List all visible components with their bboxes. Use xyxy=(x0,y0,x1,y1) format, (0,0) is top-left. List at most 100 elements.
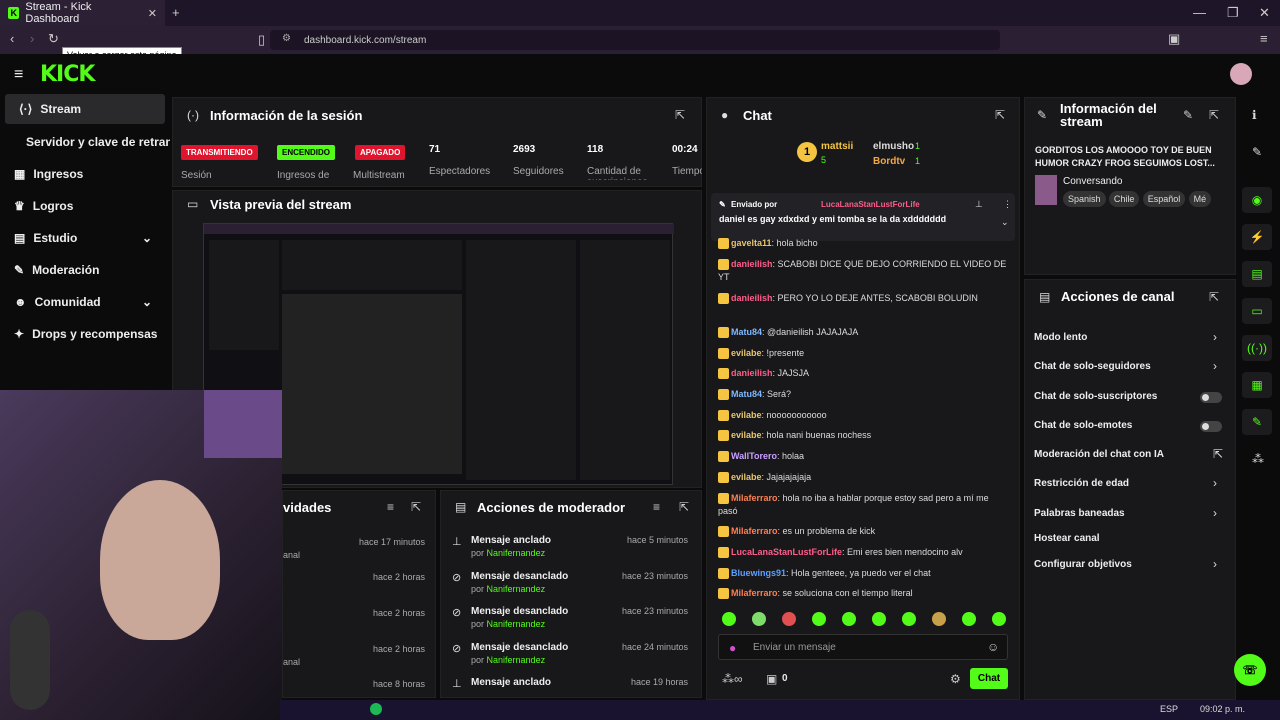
chat-message[interactable]: danieilish: SCABOBI DICE QUE DEJO CORRIE… xyxy=(718,258,1008,284)
help-chat-icon[interactable]: ☏ xyxy=(1234,654,1266,686)
avatar[interactable] xyxy=(1230,63,1252,85)
emote-icon[interactable] xyxy=(992,612,1006,626)
chat-username[interactable]: Milaferraro xyxy=(731,526,778,536)
chevron-down-icon[interactable]: ⌄ xyxy=(1001,217,1009,228)
toggle-switch[interactable] xyxy=(1200,421,1222,432)
chat-message[interactable]: WallTorero: holaa xyxy=(718,450,1008,463)
camera-icon[interactable]: ◉ xyxy=(1242,187,1272,213)
info-icon[interactable]: ℹ xyxy=(1252,108,1257,122)
chevron-right-icon[interactable]: › xyxy=(1213,359,1217,373)
channel-action-item[interactable]: Chat de solo-suscriptores xyxy=(1034,391,1157,402)
wrench-icon[interactable]: ✎ xyxy=(1242,409,1272,435)
external-link-icon[interactable]: ⇱ xyxy=(1213,447,1223,461)
back-icon[interactable]: ‹ xyxy=(10,31,14,46)
chat-username[interactable]: WallTorero xyxy=(731,451,777,461)
chat-message[interactable]: LucaLanaStanLustForLife: Emi eres bien m… xyxy=(718,546,1008,559)
channel-action-item[interactable]: Palabras baneadas xyxy=(1034,508,1125,519)
popout-icon[interactable]: ⇱ xyxy=(995,108,1005,122)
channel-action-item[interactable]: Restricción de edad xyxy=(1034,478,1129,489)
chat-message[interactable]: Matu84: Será? xyxy=(718,388,1008,401)
emote-icon[interactable] xyxy=(782,612,796,626)
chat-input[interactable]: ● Enviar un mensaje ☺ xyxy=(718,634,1008,660)
minimize-icon[interactable]: — xyxy=(1193,5,1206,20)
chat-message[interactable]: Milaferraro: es un problema de kick xyxy=(718,525,1008,538)
sidebar-item-ingresos[interactable]: ▦ Ingresos xyxy=(0,159,170,189)
emote-icon[interactable] xyxy=(872,612,886,626)
sidebar-item-estudio[interactable]: ▤ Estudio ⌄ xyxy=(0,223,170,253)
sidebar-item-moderacion[interactable]: ✎ Moderación xyxy=(0,255,170,285)
edit-icon[interactable]: ✎ xyxy=(1183,108,1193,122)
popout-icon[interactable]: ⇱ xyxy=(411,500,421,514)
chat-username[interactable]: Matu84 xyxy=(731,389,762,399)
chat-username[interactable]: gavelta11 xyxy=(731,238,772,248)
hamburger-menu-icon[interactable]: ≡ xyxy=(14,66,23,84)
chat-username[interactable]: evilabe xyxy=(731,472,762,482)
browser-tab[interactable]: K Stream - Kick Dashboard ✕ xyxy=(0,0,165,26)
channel-action-item[interactable]: Chat de solo-seguidores xyxy=(1034,361,1151,372)
emoji-icon[interactable]: ☺ xyxy=(987,640,999,654)
chevron-right-icon[interactable]: › xyxy=(1213,557,1217,571)
chat-message[interactable]: gavelta11: hola bicho xyxy=(718,237,1008,250)
filter-icon[interactable]: ≡ xyxy=(653,500,660,514)
channel-action-item[interactable]: Hostear canal xyxy=(1034,533,1100,544)
close-tab-icon[interactable]: ✕ xyxy=(148,7,157,20)
server-icon[interactable]: ▦ xyxy=(1242,372,1272,398)
menu-icon[interactable]: ≡ xyxy=(1260,31,1268,46)
microphone-icon[interactable]: ● xyxy=(729,641,736,655)
reload-icon[interactable]: ↻ xyxy=(48,31,59,47)
emote-icon[interactable] xyxy=(722,612,736,626)
chat-username[interactable]: danieilish xyxy=(731,259,773,269)
channel-action-item[interactable]: Moderación del chat con IA xyxy=(1034,449,1164,460)
forward-icon[interactable]: › xyxy=(30,31,34,46)
chevron-right-icon[interactable]: › xyxy=(1213,476,1217,490)
chat-message[interactable]: danieilish: JAJSJA xyxy=(718,367,1008,380)
chat-username[interactable]: evilabe xyxy=(731,348,762,358)
url-field[interactable]: ⚙ dashboard.kick.com/stream xyxy=(270,30,1000,50)
sidebar-item-server-key[interactable]: Servidor y clave de retransmisión xyxy=(0,127,170,157)
chevron-right-icon[interactable]: › xyxy=(1213,330,1217,344)
emote-icon[interactable] xyxy=(962,612,976,626)
chevron-right-icon[interactable]: › xyxy=(1213,506,1217,520)
popout-icon[interactable]: ⇱ xyxy=(675,108,685,122)
chat-message[interactable]: Bluewings91: Hola genteee, ya puedo ver … xyxy=(718,567,1008,580)
settings-icon[interactable]: ⚙ xyxy=(950,672,961,686)
notes-icon[interactable]: ▤ xyxy=(1242,261,1272,287)
users-icon[interactable]: ⁂∞ xyxy=(722,672,743,686)
sidebar-toggle-icon[interactable]: ▣ xyxy=(1168,31,1180,47)
bookmark-icon[interactable]: ▯ xyxy=(258,32,265,48)
chat-message[interactable]: evilabe: nooooooooooo xyxy=(718,409,1008,422)
channel-action-item[interactable]: Chat de solo-emotes xyxy=(1034,420,1132,431)
chat-username[interactable]: Milaferraro xyxy=(731,588,778,598)
spotify-icon[interactable] xyxy=(370,703,382,715)
message-icon[interactable]: ▭ xyxy=(1242,298,1272,324)
maximize-icon[interactable]: ❐ xyxy=(1227,5,1239,21)
filter-icon[interactable]: ≡ xyxy=(387,500,394,514)
lightning-icon[interactable]: ⚡ xyxy=(1242,224,1272,250)
popout-icon[interactable]: ⇱ xyxy=(1209,108,1219,122)
chat-message[interactable]: evilabe: Jajajajajaja xyxy=(718,471,1008,484)
chat-username[interactable]: evilabe xyxy=(731,430,762,440)
sidebar-item-stream[interactable]: ⟨·⟩ Stream xyxy=(5,94,165,124)
chat-username[interactable]: Bluewings91 xyxy=(731,568,786,578)
pencil-icon[interactable]: ✎ xyxy=(1252,145,1262,159)
close-window-icon[interactable]: ✕ xyxy=(1259,5,1270,21)
community-icon[interactable]: ⁂ xyxy=(1252,452,1264,466)
toggle-switch[interactable] xyxy=(1200,392,1222,403)
chat-message[interactable]: Milaferraro: hola no iba a hablar porque… xyxy=(718,492,1008,518)
emote-icon[interactable] xyxy=(902,612,916,626)
chat-username[interactable]: LucaLanaStanLustForLife xyxy=(731,547,842,557)
sidebar-item-drops[interactable]: ✦ Drops y recompensas xyxy=(0,319,170,349)
channel-action-item[interactable]: Modo lento xyxy=(1034,332,1087,343)
language-indicator[interactable]: ESP xyxy=(1160,704,1178,714)
chat-message[interactable]: evilabe: hola nani buenas nochess xyxy=(718,429,1008,442)
broadcast-icon[interactable]: ((·)) xyxy=(1242,335,1272,361)
chat-message[interactable]: Milaferraro: se soluciona con el tiempo … xyxy=(718,587,1008,600)
popout-icon[interactable]: ⇱ xyxy=(1209,290,1219,304)
chat-username[interactable]: danieilish xyxy=(731,293,773,303)
unpin-icon[interactable]: ⊥ xyxy=(975,199,983,210)
emote-icon[interactable] xyxy=(752,612,766,626)
popout-icon[interactable]: ⇱ xyxy=(679,500,689,514)
emote-icon[interactable] xyxy=(812,612,826,626)
chat-username[interactable]: danieilish xyxy=(731,368,773,378)
chat-message[interactable]: evilabe: !presente xyxy=(718,347,1008,360)
